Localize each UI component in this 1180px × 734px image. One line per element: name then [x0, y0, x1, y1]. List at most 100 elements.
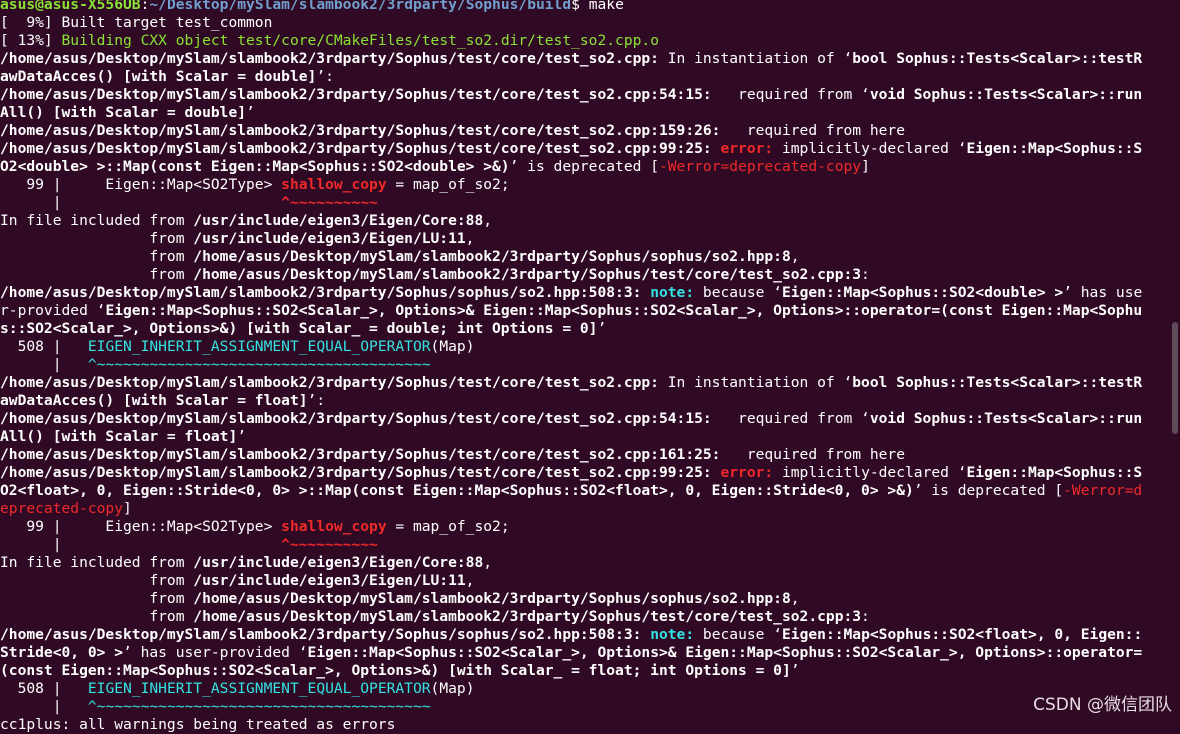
- terminal-text-segment: /home/asus/Desktop/mySlam/slambook2/3rdp…: [0, 140, 712, 157]
- terminal-text-segment: eprecated-copy: [0, 500, 124, 517]
- terminal-text-segment: ’: [237, 428, 247, 445]
- terminal-line: | ^~~~~~~~~~~: [0, 194, 1170, 212]
- terminal-line: awDataAcces() [with Scalar = double]’:: [0, 68, 1170, 86]
- terminal-text-segment: |: [0, 536, 282, 553]
- terminal-line: 99 | Eigen::Map<SO2Type> shallow_copy = …: [0, 518, 1170, 536]
- terminal-line: cc1plus: all warnings being treated as e…: [0, 716, 1170, 734]
- terminal-line: | ^~~~~~~~~~~~~~~~~~~~~~~~~~~~~~~~~~~~~~…: [0, 698, 1170, 716]
- terminal-text-segment: /home/asus/Desktop/mySlam/slambook2/3rdp…: [0, 374, 659, 391]
- terminal-text-segment: ’: [790, 662, 800, 679]
- terminal-text-segment: In file included from: [0, 554, 194, 571]
- terminal-text-segment: /home/asus/Desktop/mySlam/slambook2/3rdp…: [193, 608, 862, 625]
- terminal-text-segment: O2<double> >::Map(const Eigen::Map<Sophu…: [0, 158, 510, 175]
- terminal-line: O2<float>, 0, Eigen::Stride<0, 0> >::Map…: [0, 482, 1170, 500]
- terminal-line: 508 | EIGEN_INHERIT_ASSIGNMENT_EQUAL_OPE…: [0, 680, 1170, 698]
- terminal-text-segment: (Map): [430, 338, 475, 355]
- terminal-text-segment: Eigen::Map<Sophus::SO2<Scalar_>, Options…: [105, 302, 1143, 319]
- terminal-text-segment: /home/asus/Desktop/mySlam/slambook2/3rdp…: [0, 50, 659, 67]
- terminal-text-segment: ^~~~~~~~~~~: [281, 194, 378, 211]
- terminal-line: /home/asus/Desktop/mySlam/slambook2/3rdp…: [0, 122, 1170, 140]
- terminal-line: | ^~~~~~~~~~~~~~~~~~~~~~~~~~~~~~~~~~~~~~…: [0, 356, 1170, 374]
- terminal-text-segment: note:: [650, 284, 695, 301]
- terminal-text-segment: = map_of_so2;: [386, 518, 510, 535]
- terminal-line: /home/asus/Desktop/mySlam/slambook2/3rdp…: [0, 374, 1170, 392]
- terminal-line: /home/asus/Desktop/mySlam/slambook2/3rdp…: [0, 410, 1170, 428]
- terminal-text-segment: shallow_copy: [281, 518, 387, 535]
- terminal-text-segment: /usr/include/eigen3/Eigen/LU:11: [193, 572, 466, 589]
- terminal-text-segment: because ‘: [694, 284, 783, 301]
- terminal-text-segment: Building CXX object test/core/CMakeFiles…: [61, 32, 659, 49]
- terminal-line: eprecated-copy]: [0, 500, 1170, 518]
- terminal-text-segment: ’ has user-provided ‘: [123, 644, 308, 661]
- terminal-output[interactable]: asus@asus-X556UB: ~/Desktop/mySlam/slambo…: [0, 0, 1170, 734]
- terminal-line: In file included from /usr/include/eigen…: [0, 554, 1170, 572]
- terminal-line: All() [with Scalar = double]’: [0, 104, 1170, 122]
- terminal-line: from /home/asus/Desktop/mySlam/slambook2…: [0, 590, 1170, 608]
- terminal-text-segment: O2<float>, 0, Eigen::Stride<0, 0> >::Map…: [0, 482, 914, 499]
- terminal-text-segment: :: [861, 608, 870, 625]
- terminal-text-segment: $ make: [571, 0, 624, 13]
- terminal-text-segment: from: [0, 572, 194, 589]
- terminal-text-segment: In file included from: [0, 212, 194, 229]
- terminal-text-segment: note:: [650, 626, 695, 643]
- terminal-text-segment: (Map): [430, 680, 475, 697]
- terminal-line: from /home/asus/Desktop/mySlam/slambook2…: [0, 248, 1170, 266]
- terminal-line: Stride<0, 0> >’ has user-provided ‘Eigen…: [0, 644, 1170, 662]
- terminal-text-segment: = map_of_so2;: [386, 176, 510, 193]
- terminal-text-segment: /home/asus/Desktop/mySlam/slambook2/3rdp…: [193, 590, 791, 607]
- terminal-text-segment: /home/asus/Desktop/mySlam/slambook2/3rdp…: [0, 464, 712, 481]
- terminal-text-segment: |: [0, 194, 282, 211]
- terminal-line: /home/asus/Desktop/mySlam/slambook2/3rdp…: [0, 86, 1170, 104]
- terminal-text-segment: implicitly-declared ‘: [773, 464, 967, 481]
- terminal-line: /home/asus/Desktop/mySlam/slambook2/3rdp…: [0, 284, 1170, 302]
- terminal-line: /home/asus/Desktop/mySlam/slambook2/3rdp…: [0, 50, 1170, 68]
- terminal-text-segment: error:: [720, 140, 774, 157]
- terminal-text-segment: ^~~~~~~~~~~: [281, 536, 378, 553]
- terminal-line: s::SO2<Scalar_>, Options>&) [with Scalar…: [0, 320, 1170, 338]
- terminal-line: /home/asus/Desktop/mySlam/slambook2/3rdp…: [0, 446, 1170, 464]
- terminal-text-segment: ’:: [307, 392, 326, 409]
- terminal-line: from /home/asus/Desktop/mySlam/slambook2…: [0, 608, 1170, 626]
- terminal-line: from /usr/include/eigen3/Eigen/LU:11,: [0, 572, 1170, 590]
- terminal-text-segment: asus@asus-X556UB: [0, 0, 141, 13]
- terminal-text-segment: ~/Desktop/mySlam/slambook2/3rdparty/Soph…: [149, 0, 572, 13]
- terminal-text-segment: ’ is deprecated [: [509, 158, 659, 175]
- terminal-text-segment: -Werror=deprecated-copy: [658, 158, 862, 175]
- terminal-text-segment: /home/asus/Desktop/mySlam/slambook2/3rdp…: [0, 86, 712, 103]
- terminal-text-segment: awDataAcces() [with Scalar = double]: [0, 68, 317, 85]
- terminal-text-segment: All() [with Scalar = float]: [0, 428, 238, 445]
- terminal-text-segment: required from here: [720, 122, 905, 139]
- terminal-text-segment: /home/asus/Desktop/mySlam/slambook2/3rdp…: [0, 410, 712, 427]
- terminal-scrollbar[interactable]: [1172, 322, 1178, 434]
- terminal-text-segment: implicitly-declared ‘: [773, 140, 967, 157]
- terminal-text-segment: EIGEN_INHERIT_ASSIGNMENT_EQUAL_OPERATOR: [87, 338, 431, 355]
- terminal-text-segment: Eigen::Map<Sophus::S: [966, 140, 1143, 157]
- terminal-text-segment: ,: [465, 572, 475, 589]
- terminal-text-segment: Eigen::Map<Sophus::S: [966, 464, 1143, 481]
- terminal-text-segment: /usr/include/eigen3/Eigen/Core:88: [193, 554, 484, 571]
- terminal-text-segment: error:: [720, 464, 774, 481]
- terminal-text-segment: /home/asus/Desktop/mySlam/slambook2/3rdp…: [193, 266, 862, 283]
- terminal-line: [ 9%] Built target test_common: [0, 14, 1170, 32]
- terminal-text-segment: In instantiation of ‘: [658, 374, 853, 391]
- terminal-line: [ 13%] Building CXX object test/core/CMa…: [0, 32, 1170, 50]
- terminal-text-segment: /home/asus/Desktop/mySlam/slambook2/3rdp…: [193, 248, 791, 265]
- terminal-text-segment: EIGEN_INHERIT_ASSIGNMENT_EQUAL_OPERATOR: [87, 680, 431, 697]
- terminal-text-segment: ’: [597, 320, 607, 337]
- terminal-text-segment: awDataAcces() [with Scalar = float]: [0, 392, 308, 409]
- terminal-text-segment: /usr/include/eigen3/Eigen/Core:88: [193, 212, 484, 229]
- watermark: CSDN @微信团队: [1033, 695, 1172, 715]
- terminal-line: r-provided ‘Eigen::Map<Sophus::SO2<Scala…: [0, 302, 1170, 320]
- terminal-text-segment: s::SO2<Scalar_>, Options>&) [with Scalar…: [0, 320, 598, 337]
- terminal-text-segment: /home/asus/Desktop/mySlam/slambook2/3rdp…: [0, 122, 721, 139]
- terminal-line: /home/asus/Desktop/mySlam/slambook2/3rdp…: [0, 140, 1170, 158]
- terminal-text-segment: r-provided ‘: [0, 302, 106, 319]
- terminal-text-segment: from: [0, 266, 194, 283]
- terminal-text-segment: Eigen::Map<Sophus::SO2<Scalar_>, Options…: [307, 644, 1143, 661]
- terminal-text-segment: ,: [790, 590, 800, 607]
- terminal-text-segment: 99 | Eigen::Map<SO2Type>: [0, 176, 282, 193]
- terminal-text-segment: void Sophus::Tests<Scalar>::run: [869, 410, 1143, 427]
- terminal-text-segment: void Sophus::Tests<Scalar>::run: [869, 86, 1143, 103]
- terminal-text-segment: bool Sophus::Tests<Scalar>::testR: [852, 50, 1143, 67]
